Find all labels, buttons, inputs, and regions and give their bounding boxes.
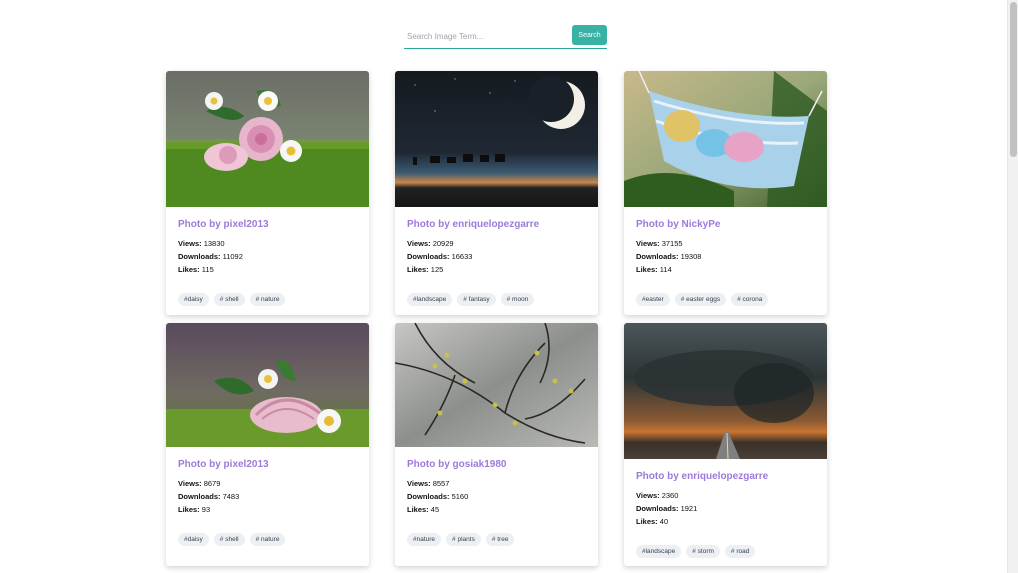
tag[interactable]: #easter bbox=[636, 293, 670, 306]
tag[interactable]: #nature bbox=[407, 533, 442, 546]
tag[interactable]: # storm bbox=[686, 545, 720, 558]
views-stat: Views: 37155 bbox=[636, 239, 683, 248]
tag[interactable]: #daisy bbox=[178, 533, 209, 546]
image-card: Photo by enriquelopezgarre Views: 20929 … bbox=[395, 71, 598, 315]
downloads-stat: Downloads: 11092 bbox=[178, 252, 243, 261]
downloads-stat: Downloads: 19308 bbox=[636, 252, 702, 261]
image-card: Photo by pixel2013 Views: 8679 Downloads… bbox=[166, 323, 369, 566]
tag[interactable]: # moon bbox=[500, 293, 535, 306]
downloads-stat: Downloads: 1921 bbox=[636, 504, 698, 513]
tag-list: #landscape # fantasy # moon bbox=[407, 293, 586, 306]
tag-list: #nature # plants # tree bbox=[407, 533, 586, 546]
photo-title[interactable]: Photo by NickyPe bbox=[636, 219, 815, 230]
tag[interactable]: # fantasy bbox=[457, 293, 496, 306]
likes-stat: Likes: 115 bbox=[178, 265, 214, 274]
photo-title[interactable]: Photo by pixel2013 bbox=[178, 459, 357, 470]
views-stat: Views: 13830 bbox=[178, 239, 225, 248]
tag[interactable]: # nature bbox=[249, 293, 286, 306]
tag[interactable]: # corona bbox=[731, 293, 769, 306]
downloads-stat: Downloads: 7483 bbox=[178, 492, 240, 501]
downloads-stat: Downloads: 16633 bbox=[407, 252, 473, 261]
views-stat: Views: 8557 bbox=[407, 479, 450, 488]
photo-title[interactable]: Photo by gosiak1980 bbox=[407, 459, 586, 470]
likes-stat: Likes: 93 bbox=[178, 505, 211, 514]
likes-stat: Likes: 114 bbox=[636, 265, 672, 274]
image-card: Photo by enriquelopezgarre Views: 2360 D… bbox=[624, 323, 827, 566]
image-grid: Photo by pixel2013 Views: 13830 Download… bbox=[166, 71, 827, 566]
photo-easter-eggs-in-mask[interactable] bbox=[624, 71, 827, 207]
image-card: Photo by NickyPe Views: 37155 Downloads:… bbox=[624, 71, 827, 315]
views-stat: Views: 8679 bbox=[178, 479, 221, 488]
vertical-scrollbar[interactable] bbox=[1007, 0, 1018, 573]
search-bar: Search bbox=[404, 25, 607, 49]
tag-list: #daisy # shell # nature bbox=[178, 293, 357, 306]
scrollbar-thumb[interactable] bbox=[1010, 2, 1017, 157]
downloads-stat: Downloads: 5160 bbox=[407, 492, 469, 501]
image-card: Photo by pixel2013 Views: 13830 Download… bbox=[166, 71, 369, 315]
tag[interactable]: #landscape bbox=[636, 545, 682, 558]
photo-storm-over-road[interactable] bbox=[624, 323, 827, 459]
likes-stat: Likes: 40 bbox=[636, 517, 669, 526]
tag[interactable]: #landscape bbox=[407, 293, 453, 306]
photo-title[interactable]: Photo by pixel2013 bbox=[178, 219, 357, 230]
tag-list: #daisy # shell # nature bbox=[178, 533, 357, 546]
tag[interactable]: # shell bbox=[213, 293, 245, 306]
tag[interactable]: # shell bbox=[213, 533, 245, 546]
image-card: Photo by gosiak1980 Views: 8557 Download… bbox=[395, 323, 598, 566]
photo-budding-branches[interactable] bbox=[395, 323, 598, 447]
likes-stat: Likes: 45 bbox=[407, 505, 440, 514]
photo-snail-shell-daisies[interactable] bbox=[166, 71, 369, 207]
tag[interactable]: # road bbox=[724, 545, 756, 558]
photo-shell-daisies-moss[interactable] bbox=[166, 323, 369, 447]
search-input[interactable] bbox=[404, 26, 572, 47]
tag[interactable]: # tree bbox=[485, 533, 515, 546]
tag[interactable]: # nature bbox=[249, 533, 286, 546]
photo-desert-caravan-moon[interactable] bbox=[395, 71, 598, 207]
photo-title[interactable]: Photo by enriquelopezgarre bbox=[407, 219, 586, 230]
tag[interactable]: #daisy bbox=[178, 293, 209, 306]
tag-list: #landscape # storm # road bbox=[636, 545, 815, 558]
photo-title[interactable]: Photo by enriquelopezgarre bbox=[636, 471, 815, 482]
likes-stat: Likes: 125 bbox=[407, 265, 444, 274]
views-stat: Views: 20929 bbox=[407, 239, 454, 248]
search-button[interactable]: Search bbox=[572, 25, 607, 45]
tag[interactable]: # plants bbox=[446, 533, 481, 546]
tag-list: #easter # easter eggs # corona bbox=[636, 293, 815, 306]
tag[interactable]: # easter eggs bbox=[674, 293, 727, 306]
views-stat: Views: 2360 bbox=[636, 491, 679, 500]
